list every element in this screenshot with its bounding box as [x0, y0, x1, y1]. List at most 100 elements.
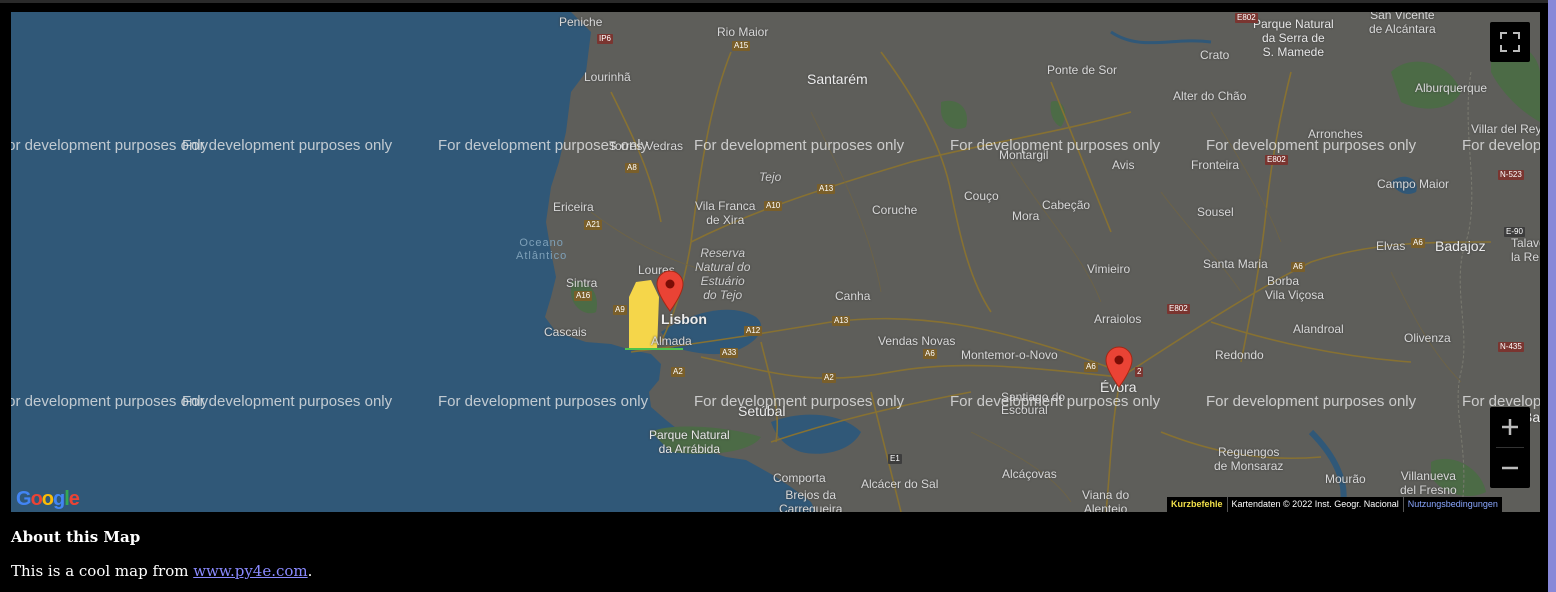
place-label: Almada: [651, 334, 692, 348]
road-shield: IP6: [597, 34, 614, 44]
terms-of-use-link[interactable]: Nutzungsbedingungen: [1402, 497, 1502, 512]
road-shield: E802: [1235, 13, 1258, 23]
river-label: Tejo: [759, 170, 782, 184]
place-label: Parque Natural da Arrábida: [649, 428, 730, 456]
road-shield: N-435: [1498, 342, 1524, 352]
place-label: Brejos da Carregueira: [779, 488, 843, 512]
place-label: Lourinhã: [584, 70, 631, 84]
road-shield: E-90: [1504, 227, 1525, 237]
place-label: Cabeção: [1042, 198, 1091, 212]
watermark-text: For development purposes only: [11, 393, 209, 410]
road-shield: A2: [671, 367, 685, 377]
place-label: Fronteira: [1191, 158, 1240, 172]
zoom-control: [1490, 407, 1530, 488]
place-label: Campo Maior: [1377, 177, 1450, 191]
road-shield: A6: [1291, 262, 1305, 272]
place-label: Villar del Rey: [1471, 122, 1540, 136]
watermark-text: For development purposes only: [11, 137, 209, 154]
road-shield: A33: [720, 348, 739, 358]
place-label: Mora: [1012, 209, 1040, 223]
road-shield: E802: [1167, 304, 1190, 314]
watermark-text: For development purposes only: [438, 393, 649, 410]
place-label: Montemor-o-Novo: [961, 348, 1058, 362]
place-label: San Vicente de Alcántara: [1369, 12, 1436, 36]
watermark-text: For development purposes only: [950, 137, 1161, 154]
place-label: Couço: [964, 189, 999, 203]
watermark-text: For development purposes only: [1206, 393, 1417, 410]
watermark-text: For development purposes only: [1206, 137, 1417, 154]
watermark-text: For development purposes only: [438, 137, 649, 154]
zoom-in-button[interactable]: [1490, 407, 1530, 447]
place-label: Vila Franca de Xira: [695, 199, 756, 227]
place-label: Alcácer do Sal: [861, 477, 939, 491]
road-shield: A6: [1411, 238, 1425, 248]
place-label: Borba: [1267, 274, 1300, 288]
map-data-attribution: Kartendaten © 2022 Inst. Geogr. Nacional: [1226, 497, 1403, 512]
place-label: Elvas: [1376, 239, 1406, 253]
place-label: Sousel: [1197, 205, 1234, 219]
place-label: Santa Maria: [1203, 257, 1268, 271]
fullscreen-button[interactable]: [1490, 22, 1530, 62]
place-label: Reserva Natural do Estuário do Tejo: [695, 246, 751, 302]
place-label: Arraiolos: [1094, 312, 1142, 326]
page-top-border: [0, 0, 1556, 3]
watermark-text: For development purposes only: [950, 393, 1161, 410]
map-marker-lisbon[interactable]: [656, 270, 684, 312]
py4e-link[interactable]: www.py4e.com: [193, 562, 307, 580]
road-shield: A13: [817, 184, 836, 194]
place-label: Vila Viçosa: [1265, 288, 1324, 302]
place-label: Vimieiro: [1087, 262, 1131, 276]
place-label: Coruche: [872, 203, 918, 217]
plus-icon: [1502, 419, 1518, 435]
place-label: Avis: [1112, 158, 1135, 172]
place-label: Olivenza: [1404, 331, 1451, 345]
road-shield: N-523: [1498, 170, 1524, 180]
zoom-out-button[interactable]: [1490, 448, 1530, 488]
map-base-layer: [11, 12, 1540, 512]
map-container[interactable]: Peniche Rio Maior Santarém Lourinhã Torr…: [11, 12, 1540, 512]
map-marker-evora[interactable]: [1105, 346, 1133, 388]
road-shield: A9: [613, 305, 627, 315]
page-scrollbar-edge: [1548, 0, 1556, 592]
watermark-text: For development purposes only: [1462, 137, 1540, 154]
place-label: Ericeira: [553, 200, 594, 214]
road-shield: A10: [764, 201, 783, 211]
watermark-text: For development purposes only: [694, 393, 905, 410]
place-label: Parque Natural da Serra de S. Mamede: [1253, 17, 1334, 59]
road-shield: A2: [822, 373, 836, 383]
fullscreen-icon: [1500, 32, 1520, 52]
page-description: This is a cool map from www.py4e.com.: [11, 562, 312, 580]
page-heading: About this Map: [11, 528, 141, 546]
place-label: Sintra: [566, 276, 598, 290]
place-label: Badajoz: [1435, 238, 1486, 254]
place-label: Alandroal: [1293, 322, 1344, 336]
place-label: Vendas Novas: [878, 334, 956, 348]
road-shield: A8: [625, 163, 639, 173]
place-label: Alter do Chão: [1173, 89, 1247, 103]
google-logo[interactable]: Google: [16, 488, 80, 511]
place-label: Cascais: [544, 325, 587, 339]
road-shield: 2: [1135, 367, 1144, 377]
place-label: Peniche: [559, 15, 603, 29]
keyboard-shortcuts-link[interactable]: Kurzbefehle: [1167, 497, 1227, 512]
place-label: Redondo: [1215, 348, 1264, 362]
watermark-text: For development purposes only: [182, 137, 393, 154]
place-label: Comporta: [773, 471, 826, 485]
description-text: This is a cool map from: [11, 562, 194, 580]
place-label: Alburquerque: [1415, 81, 1488, 95]
place-label: Alcáçovas: [1002, 467, 1057, 481]
road-shield: A6: [1084, 362, 1098, 372]
place-label: Crato: [1200, 48, 1230, 62]
place-label: Viana do Alentejo: [1082, 488, 1130, 512]
road-shield: A15: [732, 41, 751, 51]
map-attribution: Kurzbefehle Kartendaten © 2022 Inst. Geo…: [1167, 497, 1502, 512]
road-shield: A12: [744, 326, 763, 336]
road-shield: A6: [923, 349, 937, 359]
minus-icon: [1502, 466, 1518, 470]
road-shield: A16: [574, 291, 593, 301]
sado-estuary: [771, 414, 861, 454]
road-shield: E802: [1265, 155, 1288, 165]
place-label: Ponte de Sor: [1047, 63, 1118, 77]
watermark-text: For development purposes only: [694, 137, 905, 154]
place-label: Villanueva del Fresno: [1400, 469, 1457, 497]
